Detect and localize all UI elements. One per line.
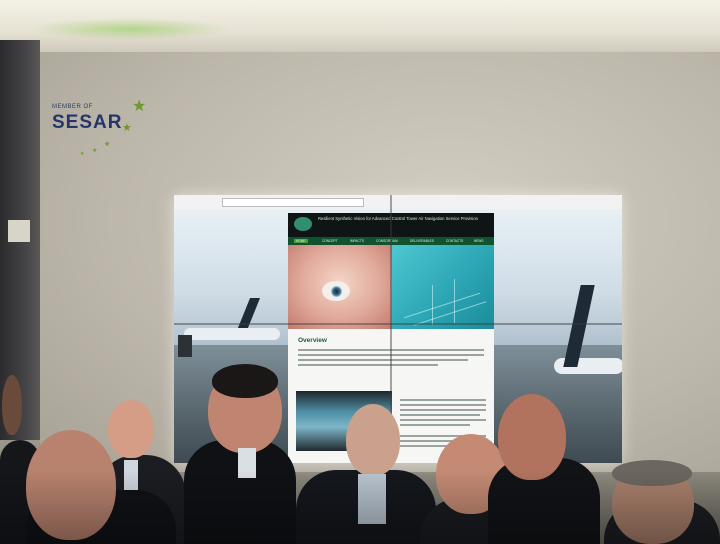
wireframe-line [432,285,433,325]
nav-item-impacts[interactable]: IMPACTS [350,239,364,243]
hero-wireframe-image [392,245,494,329]
nav-item-contacts[interactable]: CONTACTS [446,239,463,243]
text-line [400,419,486,421]
airplane-left [184,328,280,340]
overview-heading: Overview [298,337,327,344]
person-far-left-head [2,375,22,435]
sesar-brand: SESAR [52,112,123,133]
member-of-label: MEMBER OF [52,104,93,110]
text-line [298,364,438,366]
person-center-head [346,404,400,476]
display-seam-horizontal [174,323,622,325]
person-right-head [498,394,566,480]
star-icon: ★ [104,141,111,148]
star-icon: ★ [80,151,85,157]
eye-logo-icon [294,217,312,231]
person-back-left-head [108,400,154,458]
text-line [400,424,470,426]
person-center-left-hair [212,364,278,398]
star-icon: ★ [132,98,147,115]
webpage-title: Resilient Synthetic Vision for Advanced … [318,216,478,221]
text-line [400,414,480,416]
text-line [400,399,486,401]
text-line [400,404,486,406]
nav-item-deliverables[interactable]: DELIVERABLES [410,239,434,243]
foreground-shadow [0,470,720,544]
iris [331,286,342,297]
nav-item-home[interactable]: HOME [294,239,308,243]
browser-toolbar [174,195,622,210]
ceiling [0,0,720,52]
hero-eye-image [288,245,392,329]
eye-image [322,281,350,301]
address-bar [222,198,364,207]
star-icon: ★ [122,122,132,134]
star-icon: ★ [92,148,98,154]
text-line [298,359,468,361]
nav-item-consortium[interactable]: CONSORTIUM [376,239,398,243]
ceiling-light [30,18,230,40]
photo-scene: MEMBER OF SESAR ★ ★ ★ ★ ★ Resilient Synt… [0,0,720,544]
wireframe-line [454,279,455,323]
nav-item-concept[interactable]: CONCEPT [322,239,338,243]
pillar-panel [8,220,30,242]
nav-item-news[interactable]: NEWS [474,239,484,243]
ground-vehicle [178,335,192,357]
text-line [400,409,486,411]
